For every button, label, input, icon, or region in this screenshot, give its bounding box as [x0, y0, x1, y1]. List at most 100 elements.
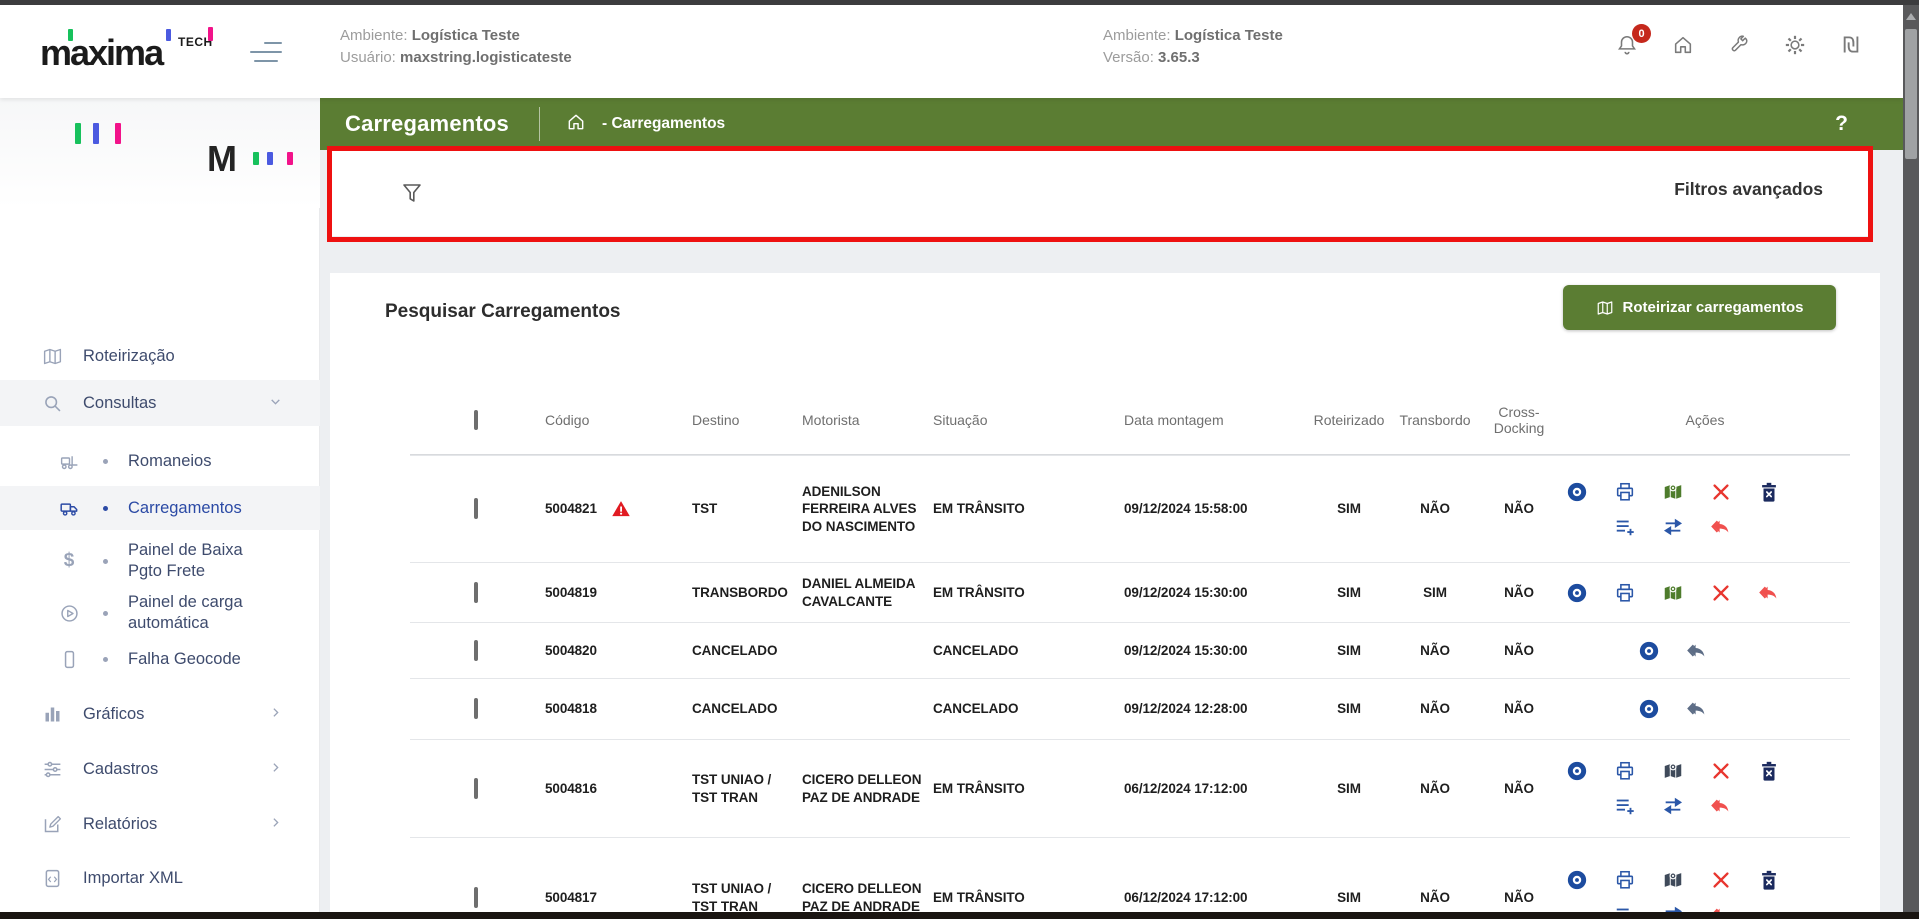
row-actions: [1560, 481, 1850, 538]
col-transbordo: Transbordo: [1392, 412, 1478, 428]
bullet-dot: [103, 459, 108, 464]
brand-wordmark: maxima: [40, 32, 162, 73]
menu-toggle-icon[interactable]: [250, 42, 284, 66]
ambiente-label: Ambiente:: [340, 27, 408, 44]
sidebar-item-falha-geocode[interactable]: Falha Geocode: [0, 644, 320, 674]
scroll-up-arrow[interactable]: [1906, 13, 1916, 20]
settings-gear-icon[interactable]: [1783, 33, 1807, 57]
sidebar-item-painel-carga-automatica[interactable]: Painel de carga automática: [0, 590, 320, 636]
select-all-checkbox[interactable]: [474, 410, 478, 430]
print-icon[interactable]: [1614, 481, 1636, 503]
revert-all-icon[interactable]: [1758, 582, 1780, 604]
page-title: Carregamentos: [345, 111, 509, 137]
filter-funnel-icon[interactable]: [400, 181, 426, 207]
row-actions: [1560, 582, 1850, 604]
scrollbar-thumb[interactable]: [1905, 29, 1917, 159]
row-checkbox[interactable]: [474, 498, 478, 519]
row-actions: [1560, 698, 1850, 720]
revert-all-icon[interactable]: [1686, 640, 1708, 662]
view-eye-icon[interactable]: [1638, 698, 1660, 720]
brand-tick-pink: [208, 27, 213, 41]
sidebar-item-romaneios[interactable]: Romaneios: [0, 438, 320, 484]
delete-trash-icon[interactable]: [1758, 869, 1780, 891]
chevron-right-icon: [269, 815, 282, 834]
notifications-bell-icon[interactable]: 0: [1615, 33, 1639, 57]
sidebar-item-carregamentos[interactable]: Carregamentos: [0, 486, 320, 530]
row-checkbox[interactable]: [474, 582, 478, 603]
col-motorista: Motorista: [802, 412, 933, 428]
row-actions: [1560, 640, 1850, 662]
cancel-x-icon[interactable]: [1710, 582, 1732, 604]
route-map-icon[interactable]: [1662, 582, 1684, 604]
top-window-strip: [0, 0, 1919, 5]
roteirizar-carregamentos-button[interactable]: Roteirizar carregamentos: [1563, 285, 1836, 330]
environment-info-left: Ambiente: Logística Teste Usuário: maxst…: [340, 25, 572, 69]
news-icon[interactable]: ₪: [1839, 33, 1863, 57]
phone-icon: [57, 647, 81, 671]
warning-icon[interactable]: [611, 499, 631, 519]
sidebar-logo: M: [0, 98, 320, 208]
row-checkbox[interactable]: [474, 698, 478, 719]
help-button[interactable]: ?: [1835, 112, 1848, 136]
table-row: 5004816 TST UNIAO /TST TRAN CICERO DELLE…: [410, 739, 1850, 837]
cancel-x-icon[interactable]: [1710, 481, 1732, 503]
environment-info-right: Ambiente: Logística Teste Versão: 3.65.3: [1103, 25, 1283, 69]
brand-tick-green: [68, 29, 73, 41]
view-eye-icon[interactable]: [1566, 582, 1588, 604]
revert-all-icon[interactable]: [1686, 698, 1708, 720]
route-map-icon[interactable]: [1662, 481, 1684, 503]
delete-trash-icon[interactable]: [1758, 760, 1780, 782]
sidebar-item-painel-baixa-pgto-frete[interactable]: $ Painel de Baixa Pgto Frete: [0, 538, 320, 584]
main-content: Carregamentos - Carregamentos ? Filtros …: [320, 98, 1903, 912]
sidebar-item-consultas[interactable]: Consultas: [0, 380, 320, 426]
col-acoes: Ações: [1560, 412, 1850, 428]
logo-m-tick-pink: [287, 152, 293, 165]
edit-icon: [40, 812, 64, 836]
versao-label: Versão:: [1103, 49, 1154, 66]
view-eye-icon[interactable]: [1566, 869, 1588, 891]
view-eye-icon[interactable]: [1638, 640, 1660, 662]
revert-all-icon[interactable]: [1710, 516, 1732, 538]
breadcrumb-home-icon[interactable]: [566, 112, 586, 137]
carregamentos-table: Código Destino Motorista Situação Data m…: [410, 385, 1850, 913]
advanced-filters-link[interactable]: Filtros avançados: [1674, 179, 1823, 200]
cancel-x-icon[interactable]: [1710, 760, 1732, 782]
print-icon[interactable]: [1614, 869, 1636, 891]
versao-value: 3.65.3: [1158, 49, 1200, 66]
sidebar-item-relatorios[interactable]: Relatórios: [0, 808, 320, 840]
col-data-montagem: Data montagem: [1124, 412, 1306, 428]
application-window: maxima TECH Ambiente: Logística Teste Us…: [0, 0, 1919, 919]
app-header: maxima TECH Ambiente: Logística Teste Us…: [0, 5, 1903, 98]
add-list-icon[interactable]: [1614, 795, 1636, 817]
vertical-scrollbar[interactable]: [1903, 5, 1919, 919]
row-checkbox[interactable]: [474, 778, 478, 799]
add-list-icon[interactable]: [1614, 516, 1636, 538]
transfer-arrows-icon[interactable]: [1662, 516, 1684, 538]
sidebar-item-cadastros[interactable]: Cadastros: [0, 753, 320, 785]
notification-count-badge: 0: [1632, 24, 1651, 43]
tools-wrench-icon[interactable]: [1727, 33, 1751, 57]
revert-all-icon[interactable]: [1710, 795, 1732, 817]
logo-bar-pink: [115, 123, 121, 144]
row-checkbox[interactable]: [474, 640, 478, 661]
search-results-card: Pesquisar Carregamentos Roteirizar carre…: [330, 273, 1880, 913]
sidebar-item-graficos[interactable]: Gráficos: [0, 698, 320, 730]
table-row: 5004818 CANCELADO CANCELADO 09/12/2024 1…: [410, 678, 1850, 739]
home-icon[interactable]: [1671, 33, 1695, 57]
delete-trash-icon[interactable]: [1758, 481, 1780, 503]
map-icon: [1596, 299, 1614, 317]
sidebar-item-roteirizacao[interactable]: Roteirização: [0, 338, 320, 374]
view-eye-icon[interactable]: [1566, 481, 1588, 503]
print-icon[interactable]: [1614, 760, 1636, 782]
cancel-x-icon[interactable]: [1710, 869, 1732, 891]
logo-m-tick-blue: [267, 152, 273, 165]
transfer-arrows-icon[interactable]: [1662, 795, 1684, 817]
dollar-icon: $: [57, 549, 81, 573]
sidebar-item-importar-xml[interactable]: Importar XML: [0, 862, 320, 894]
breadcrumb: - Carregamentos: [602, 115, 725, 133]
view-eye-icon[interactable]: [1566, 760, 1588, 782]
route-map-icon[interactable]: [1662, 869, 1684, 891]
row-checkbox[interactable]: [474, 887, 478, 908]
print-icon[interactable]: [1614, 582, 1636, 604]
route-map-icon[interactable]: [1662, 760, 1684, 782]
